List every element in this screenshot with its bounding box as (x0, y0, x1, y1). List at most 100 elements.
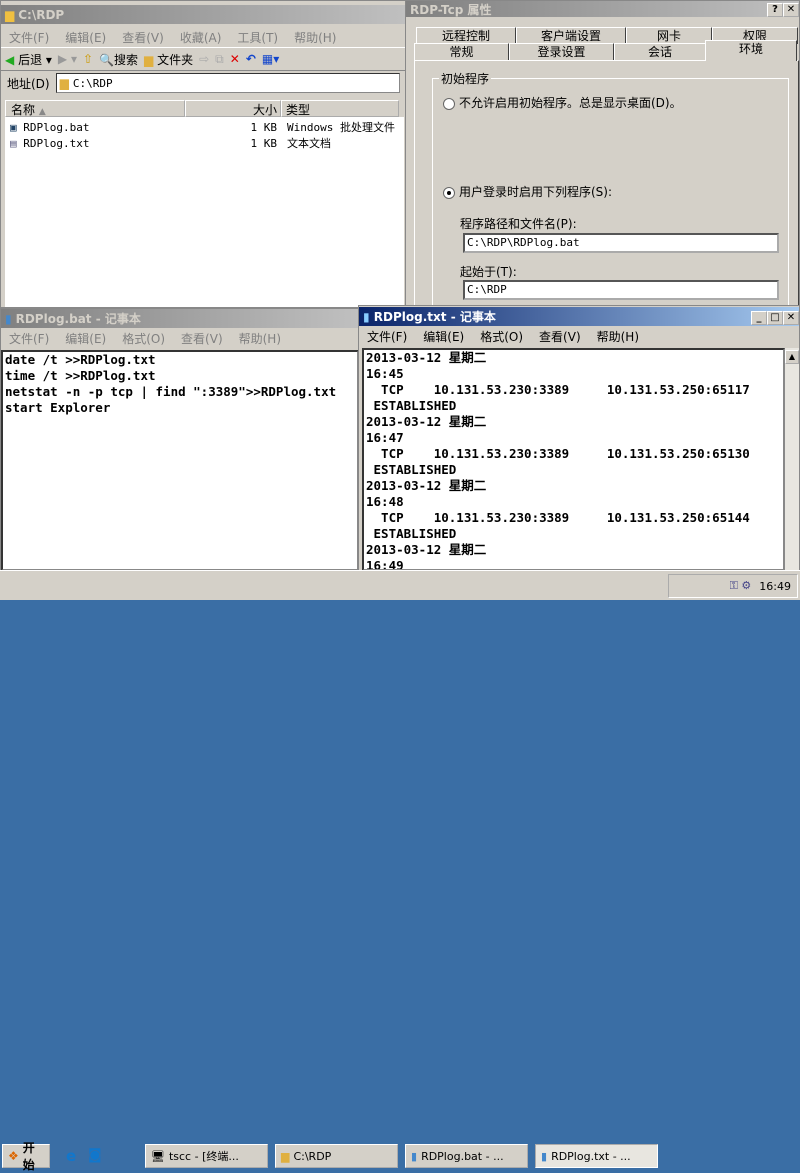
folder-icon: ▆ (144, 52, 154, 67)
file-row[interactable]: ▣ RDPlog.bat 1 KB Windows 批处理文件 (5, 119, 404, 135)
menu-edit[interactable]: 编辑(E) (65, 29, 106, 46)
column-type[interactable]: 类型 (281, 100, 399, 117)
tab-remote-control[interactable]: 远程控制 (416, 27, 516, 44)
start-in-label: 起始于(T): (460, 265, 517, 279)
radio-label: 不允许启用初始程序。总是显示桌面(D)。 (459, 96, 682, 110)
search-button[interactable]: 🔍搜索 (99, 51, 138, 68)
delete-icon[interactable]: ✕ (230, 52, 240, 66)
taskbar: ❖ 开始 e ◙ 🖥 tscc - [终端... ▆ C:\RDP ▮ RDPlog.b… (0, 570, 800, 1172)
notepad-txt-window: ▮ RDPlog.txt - 记事本 _ □ ✕ 文件(F) 编辑(E) 格式(O) 查看… (358, 305, 800, 572)
explorer-window: ▆ C:\RDP 文件(F) 编辑(E) 查看(V) 收藏(A) 工具(T) 帮助(H) ◀… (0, 0, 407, 308)
minimize-button[interactable]: _ (751, 310, 767, 325)
help-button[interactable]: ? (767, 3, 783, 17)
menu-help[interactable]: 帮助(H) (239, 330, 281, 347)
tab-sessions[interactable]: 会话 (614, 43, 706, 60)
undo-icon[interactable]: ↶ (246, 52, 256, 66)
file-list: 名称 ▲ 大小 类型 ▣ RDPlog.bat 1 KB Windows 批处理… (5, 100, 404, 307)
program-path-input[interactable]: C:\RDP\RDPlog.bat (463, 233, 779, 253)
taskbar-item-txt[interactable]: ▮ RDPlog.txt - ... (535, 1144, 658, 1168)
menu-view[interactable]: 查看(V) (181, 330, 223, 347)
up-folder-icon[interactable]: ⇧ (83, 52, 93, 66)
start-button[interactable]: ❖ 开始 (2, 1141, 50, 1172)
tray-icons[interactable]: ⚿ ⚙ (730, 579, 752, 593)
notepad-icon: ▮ (541, 1149, 548, 1163)
move-to-icon[interactable]: ⇨ (199, 52, 209, 66)
address-input[interactable]: ▆ C:\RDP (55, 73, 400, 93)
group-label: 初始程序 (439, 70, 492, 87)
notepad-icon: ▮ (363, 310, 370, 324)
address-label: 地址(D) (7, 76, 50, 91)
menu-view[interactable]: 查看(V) (122, 29, 164, 46)
sort-ascending-icon: ▲ (38, 107, 46, 117)
taskbar-label: tscc - [终端... (168, 1150, 239, 1163)
back-button[interactable]: ◀ 后退 ▾ (5, 51, 52, 68)
close-button[interactable]: ✕ (783, 310, 799, 325)
notepad-txt-title-bar[interactable]: ▮ RDPlog.txt - 记事本 _ □ ✕ (359, 307, 799, 326)
scroll-up-icon[interactable]: ▲ (785, 350, 799, 364)
menu-format[interactable]: 格式(O) (480, 328, 523, 345)
tab-general[interactable]: 常规 (414, 43, 509, 60)
file-type: 文本文档 (287, 137, 331, 150)
menu-help[interactable]: 帮助(H) (597, 328, 639, 345)
tab-logon-settings[interactable]: 登录设置 (509, 43, 614, 60)
maximize-button[interactable]: □ (767, 310, 783, 325)
folder-icon: ▆ (281, 1149, 290, 1163)
tab-client-settings[interactable]: 客户端设置 (516, 27, 626, 44)
notepad-bat-menu: 文件(F) 编辑(E) 格式(O) 查看(V) 帮助(H) (1, 328, 359, 348)
menu-help[interactable]: 帮助(H) (294, 29, 336, 46)
clock[interactable]: 16:49 (759, 580, 791, 593)
folders-button[interactable]: ▆ 文件夹 (144, 51, 193, 68)
explorer-title-bar[interactable]: ▆ C:\RDP (1, 5, 406, 24)
search-icon: 🔍 (99, 52, 115, 67)
close-button[interactable]: ✕ (783, 3, 799, 17)
forward-button[interactable]: ▶ ▾ (58, 52, 77, 66)
taskbar-item-bat[interactable]: ▮ RDPlog.bat - ... (405, 1144, 528, 1168)
bat-text-area[interactable]: date /t >>RDPlog.txt time /t >>RDPlog.tx… (1, 350, 359, 571)
folder-icon: ▆ (59, 76, 69, 90)
file-list-header: 名称 ▲ 大小 类型 (5, 100, 404, 117)
column-size[interactable]: 大小 (185, 100, 281, 117)
txt-text-area[interactable]: 2013-03-12 星期二 16:45 TCP 10.131.53.230:3… (362, 348, 785, 571)
file-row[interactable]: ▤ RDPlog.txt 1 KB 文本文档 (5, 135, 404, 151)
menu-edit[interactable]: 编辑(E) (65, 330, 106, 347)
radio-icon (443, 97, 455, 110)
window-title: RDPlog.txt - 记事本 (373, 310, 496, 324)
file-name: RDPlog.txt (23, 136, 90, 150)
taskbar-item-tscc[interactable]: 🖥 tscc - [终端... (145, 1144, 268, 1168)
address-value: C:\RDP (72, 76, 113, 90)
internet-explorer-icon[interactable]: e (66, 1147, 76, 1165)
menu-view[interactable]: 查看(V) (539, 328, 581, 345)
menu-file[interactable]: 文件(F) (367, 328, 407, 345)
menu-format[interactable]: 格式(O) (122, 330, 165, 347)
quick-launch-icon[interactable]: ◙ (88, 1147, 102, 1163)
menu-edit[interactable]: 编辑(E) (423, 328, 464, 345)
folder-icon: ▆ (5, 7, 15, 22)
tab-network-adapter[interactable]: 网卡 (626, 27, 712, 44)
rdp-tcp-properties-dialog: RDP-Tcp 属性 ? ✕ 远程控制 客户端设置 网卡 权限 常规 登录设置 会… (405, 0, 800, 308)
tab-environment[interactable]: 环境 (705, 40, 797, 61)
menu-file[interactable]: 文件(F) (9, 29, 49, 46)
notepad-icon: ▮ (411, 1149, 418, 1163)
dialog-title: RDP-Tcp 属性 (410, 2, 492, 17)
folders-label: 文件夹 (157, 52, 194, 67)
menu-file[interactable]: 文件(F) (9, 330, 49, 347)
dialog-title-bar[interactable]: RDP-Tcp 属性 ? ✕ (406, 1, 799, 17)
radio-start-program[interactable]: 用户登录时启用下列程序(S): (443, 183, 612, 200)
start-in-input[interactable]: C:\RDP (463, 280, 779, 300)
search-label: 搜索 (114, 52, 139, 67)
window-title: C:\RDP (18, 7, 65, 22)
vertical-scrollbar[interactable]: ▲ (785, 348, 799, 571)
menu-favorites[interactable]: 收藏(A) (180, 29, 222, 46)
column-name[interactable]: 名称 ▲ (5, 100, 185, 117)
window-title: RDPlog.bat - 记事本 (15, 312, 141, 326)
views-icon[interactable]: ▦▾ (262, 52, 279, 66)
text-file-icon: ▤ (10, 136, 17, 150)
copy-to-icon[interactable]: ⧉ (215, 52, 224, 67)
notepad-bat-title-bar[interactable]: ▮ RDPlog.bat - 记事本 (1, 309, 359, 328)
taskbar-label: C:\RDP (293, 1149, 332, 1163)
file-type: Windows 批处理文件 (287, 121, 395, 134)
file-size: 1 KB (250, 120, 278, 134)
taskbar-item-explorer[interactable]: ▆ C:\RDP (275, 1144, 398, 1168)
radio-no-initial-program[interactable]: 不允许启用初始程序。总是显示桌面(D)。 (443, 94, 682, 111)
menu-tools[interactable]: 工具(T) (237, 29, 278, 46)
